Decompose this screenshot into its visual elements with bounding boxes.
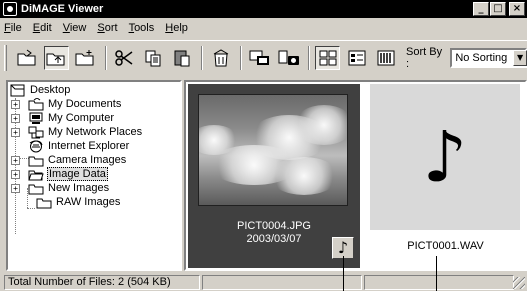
expand-toggle[interactable]: + [11,156,20,165]
tree-label: Desktop [30,84,71,96]
paste-icon [174,50,190,67]
tree-item-raw-images[interactable]: RAW Images [36,195,121,209]
tree-label: RAW Images [56,196,121,208]
open-folder-icon [17,49,36,66]
tree-line [27,208,35,209]
computer-icon [29,112,43,124]
menu-file[interactable]: File [4,22,22,34]
menu-sort[interactable]: Sort [97,22,117,34]
callout-line [436,256,437,291]
tree-item-my-computer[interactable]: My Computer [28,111,115,125]
cut-button[interactable] [112,46,137,70]
minimize-button[interactable]: _ [473,2,489,16]
tree-label: Camera Images [48,154,127,166]
network-icon [28,126,44,138]
large-thumbnails-button[interactable] [315,46,341,70]
menu-help[interactable]: Help [165,22,188,34]
camera-settings-button[interactable] [276,46,301,70]
tree-label: My Network Places [48,126,143,138]
folder-up-icon [46,53,65,66]
folder-icon [28,184,44,194]
menu-tools[interactable]: Tools [129,22,155,34]
small-thumbnails-button[interactable] [344,46,369,70]
tree-item-camera-images[interactable]: Camera Images [28,153,127,167]
recycle-bin-icon [213,49,229,67]
tree-item-my-network-places[interactable]: My Network Places [28,125,143,139]
thumbnail-filename: PICT0001.WAV [407,240,484,252]
maximize-button[interactable]: □ [490,2,506,16]
tree-label: Image Data [47,167,108,181]
toolbar-separator [240,46,243,70]
image-processing-button[interactable] [247,46,272,70]
sort-by-value: No Sorting [455,52,508,64]
expand-toggle[interactable]: + [11,170,20,179]
tree-label: My Computer [48,112,115,124]
tree-label: New Images [48,182,110,194]
folder-icon [28,97,44,110]
camera-settings-icon [278,50,299,65]
menu-edit[interactable]: Edit [33,22,52,34]
expand-toggle[interactable]: + [11,114,20,123]
music-note-icon: ♪ [422,116,468,198]
recycle-bin-button[interactable] [208,46,233,70]
new-folder-icon [75,50,94,66]
details-view-icon [377,50,395,66]
folder-tree[interactable]: Desktop My Documents + My Computer + My … [6,80,182,271]
thumbnail-filename: PICT0004.JPG [237,220,311,232]
small-thumbnails-icon [348,50,366,66]
tree-item-image-data[interactable]: Image Data [28,167,108,181]
status-pane [202,274,362,290]
large-thumbnails-icon [319,50,337,66]
cut-icon [115,50,133,66]
desktop-icon [10,84,25,96]
details-view-button[interactable] [373,46,398,70]
toolbar-separator [104,46,107,70]
toolbar-separator [201,46,204,70]
window-controls: _ □ × [472,2,525,16]
window-title: DiMAGE Viewer [21,3,104,15]
tree-item-internet-explorer[interactable]: Internet Explorer [28,139,130,153]
close-button[interactable]: × [509,2,525,16]
open-folder-button[interactable] [15,46,40,70]
toolbar-separator [308,46,311,70]
folder-icon [36,198,52,208]
copy-button[interactable] [141,46,166,70]
thumbnail-item[interactable]: ♪ PICT0001.WAV [364,84,527,268]
title-bar[interactable]: DiMAGE Viewer _ □ × [0,0,527,18]
open-folder-icon [28,170,44,180]
menu-view[interactable]: View [63,22,87,34]
photo-thumbnail-clouds [198,94,348,206]
copy-icon [145,50,161,67]
callout-line [343,256,344,291]
tree-item-my-documents[interactable]: My Documents [28,97,122,111]
status-text: Total Number of Files: 2 (504 KB) [4,274,200,290]
folder-up-button[interactable] [43,46,69,70]
tree-item-new-images[interactable]: New Images [28,181,110,195]
expand-toggle[interactable]: + [11,184,20,193]
audio-file-preview: ♪ [370,84,520,230]
app-window: DiMAGE Viewer _ □ × File Edit View Sort … [0,0,527,291]
thumbnail-area[interactable]: PICT0004.JPG 2003/03/07 ♪ ♪ PICT0001.WAV [184,80,527,271]
resize-grip-icon[interactable] [513,277,525,289]
sort-by-label: Sort By : [406,46,443,70]
expand-toggle[interactable]: + [11,100,20,109]
chevron-down-icon[interactable]: ▼ [513,50,527,66]
toolbar: Sort By : No Sorting ▼ [0,40,527,76]
paste-button[interactable] [170,46,195,70]
status-pane [364,274,514,290]
tree-label: Internet Explorer [48,140,130,152]
tree-label: My Documents [48,98,122,110]
folder-icon [28,156,44,166]
thumbnail-item-selected[interactable]: PICT0004.JPG 2003/03/07 ♪ [188,84,360,268]
menu-bar: File Edit View Sort Tools Help [0,19,527,37]
tree-item-desktop[interactable]: Desktop [10,83,71,97]
image-processing-icon [249,50,269,65]
toolbar-grip[interactable] [4,45,7,71]
internet-explorer-icon [29,139,43,152]
new-folder-button[interactable] [73,46,98,70]
expand-toggle[interactable]: + [11,128,20,137]
sort-by-dropdown[interactable]: No Sorting ▼ [450,48,527,68]
app-logo-icon [3,2,17,16]
status-bar: Total Number of Files: 2 (504 KB) [0,273,527,291]
